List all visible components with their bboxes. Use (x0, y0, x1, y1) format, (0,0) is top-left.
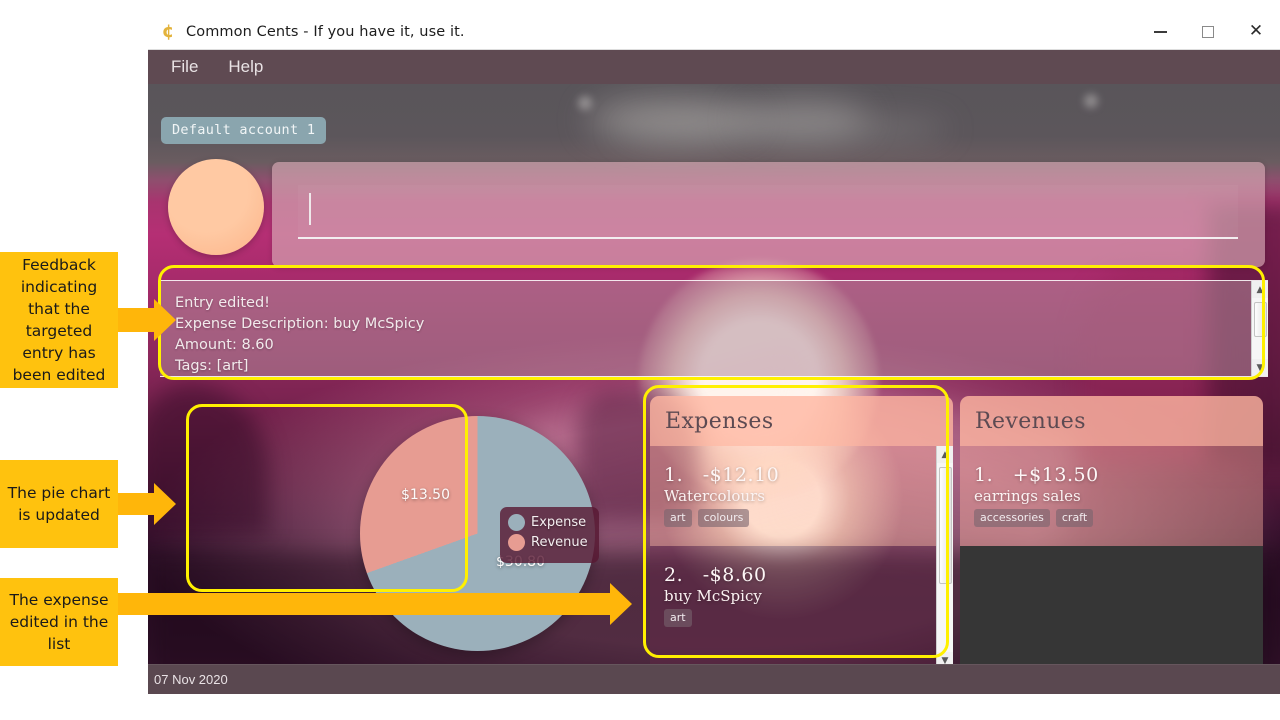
application-window: ¢ Common Cents - If you have it, use it.… (148, 14, 1280, 694)
list-item[interactable]: 1. -$12.10 Watercolours art colours (650, 446, 953, 546)
close-button[interactable]: ✕ (1232, 14, 1280, 50)
annotation-text: Feedback indicating that the targeted en… (12, 256, 106, 384)
revenues-list[interactable]: 1. +$13.50 earrings sales accessories cr… (960, 446, 1263, 669)
avatar (168, 159, 264, 255)
scroll-up-icon[interactable]: ▲ (936, 446, 953, 463)
menu-item-help[interactable]: Help (225, 55, 266, 79)
title-bar: ¢ Common Cents - If you have it, use it.… (148, 14, 1280, 50)
annotation-arrow-feedback-head (154, 299, 176, 341)
entry-value: -$8.60 (702, 564, 767, 586)
tag-chip: colours (697, 509, 750, 527)
status-date: 07 Nov 2020 (154, 672, 228, 687)
scroll-thumb[interactable] (938, 467, 952, 585)
tag-chip: craft (1055, 509, 1094, 527)
entry-description: buy McSpicy (664, 587, 762, 605)
account-tab[interactable]: Default account 1 (161, 117, 327, 144)
annotation-arrow-expense-head (610, 583, 632, 625)
entry-description: Watercolours (664, 487, 765, 505)
annotation-expense-note: The expense edited in the list (0, 578, 118, 666)
entry-tags: art (664, 609, 939, 627)
annotation-text: The expense edited in the list (9, 591, 109, 653)
text-caret (309, 193, 311, 225)
annotation-pie-note: The pie chart is updated (0, 460, 118, 548)
entry-index: 1. (664, 464, 684, 486)
pie-label-revenue: $13.50 (401, 487, 450, 503)
legend-label-expense: Expense (531, 515, 587, 530)
revenues-panel: Revenues 1. +$13.50 earrings sales acces… (960, 396, 1263, 669)
annotation-arrow-pie-bar (118, 493, 154, 515)
annotation-arrow-expense-bar (118, 593, 610, 615)
annotation-text: The pie chart is updated (7, 484, 111, 524)
entry-value: +$13.50 (1012, 464, 1099, 486)
feedback-text: Entry edited! Expense Description: buy M… (175, 293, 425, 376)
maximize-icon (1202, 25, 1214, 38)
feedback-box: Entry edited! Expense Description: buy M… (160, 280, 1268, 377)
entry-tags: accessories craft (974, 509, 1249, 527)
minimize-icon (1153, 30, 1167, 33)
revenues-panel-header: Revenues (960, 396, 1263, 446)
scroll-thumb[interactable] (1253, 302, 1267, 338)
close-icon: ✕ (1248, 21, 1264, 41)
legend-swatch-expense (508, 514, 525, 531)
entry-value: -$12.10 (702, 464, 780, 486)
entry-amount: 2. -$8.60 (664, 564, 939, 586)
feedback-line: Entry edited! (175, 295, 270, 311)
maximize-button[interactable] (1184, 14, 1232, 50)
expenses-panel: Expenses 1. -$12.10 Watercolours art col… (650, 396, 953, 669)
minimize-button[interactable] (1136, 14, 1184, 50)
chart-legend: Expense Revenue (500, 507, 599, 563)
legend-swatch-revenue (508, 534, 525, 551)
legend-entry-revenue: Revenue (508, 534, 591, 551)
entry-tags: art colours (664, 509, 939, 527)
star-dot-1 (578, 96, 592, 110)
expenses-panel-header: Expenses (650, 396, 953, 446)
window-title: Common Cents - If you have it, use it. (186, 23, 465, 40)
feedback-line: Expense Description: buy McSpicy (175, 316, 425, 332)
feedback-line: Tags: [art] (175, 358, 249, 374)
cloud-blob-3 (618, 118, 948, 140)
list-item[interactable]: 1. +$13.50 earrings sales accessories cr… (960, 446, 1263, 546)
menu-bar: File Help (148, 50, 1280, 84)
tag-chip: accessories (974, 509, 1050, 527)
entry-index: 2. (664, 564, 684, 586)
scroll-up-icon[interactable]: ▲ (1251, 281, 1268, 298)
entry-amount: 1. +$13.50 (974, 464, 1249, 486)
annotation-arrow-pie-head (154, 483, 176, 525)
entry-index: 1. (974, 464, 994, 486)
expenses-panel-title: Expenses (665, 408, 774, 434)
tag-chip: art (664, 509, 692, 527)
star-dot-2 (1084, 94, 1098, 108)
scroll-track[interactable] (1251, 298, 1268, 359)
list-item[interactable]: 2. -$8.60 buy McSpicy art (650, 546, 953, 669)
expenses-scrollbar[interactable]: ▲ ▼ (936, 446, 953, 669)
scroll-down-icon[interactable]: ▼ (1251, 359, 1268, 376)
tag-chip: art (664, 609, 692, 627)
cent-icon: ¢ (161, 20, 175, 42)
command-input-container[interactable] (272, 162, 1265, 267)
revenues-empty-area (960, 546, 1263, 669)
revenues-panel-title: Revenues (975, 408, 1086, 434)
legend-entry-expense: Expense (508, 514, 591, 531)
feedback-scrollbar[interactable]: ▲ ▼ (1251, 281, 1268, 376)
expenses-list[interactable]: 1. -$12.10 Watercolours art colours 2. - (650, 446, 953, 669)
menu-item-file[interactable]: File (168, 55, 201, 79)
screenshot-root: Feedback indicating that the targeted en… (0, 0, 1280, 720)
scroll-track[interactable] (936, 463, 953, 652)
feedback-line: Amount: 8.60 (175, 337, 274, 353)
entry-amount: 1. -$12.10 (664, 464, 939, 486)
entry-description: earrings sales (974, 487, 1081, 505)
annotation-arrow-feedback-bar (118, 308, 154, 332)
annotation-feedback-note: Feedback indicating that the targeted en… (0, 252, 118, 388)
window-controls: ✕ (1136, 14, 1280, 50)
command-input[interactable] (298, 185, 1238, 239)
legend-label-revenue: Revenue (531, 535, 588, 550)
status-bar: 07 Nov 2020 (148, 664, 1280, 694)
